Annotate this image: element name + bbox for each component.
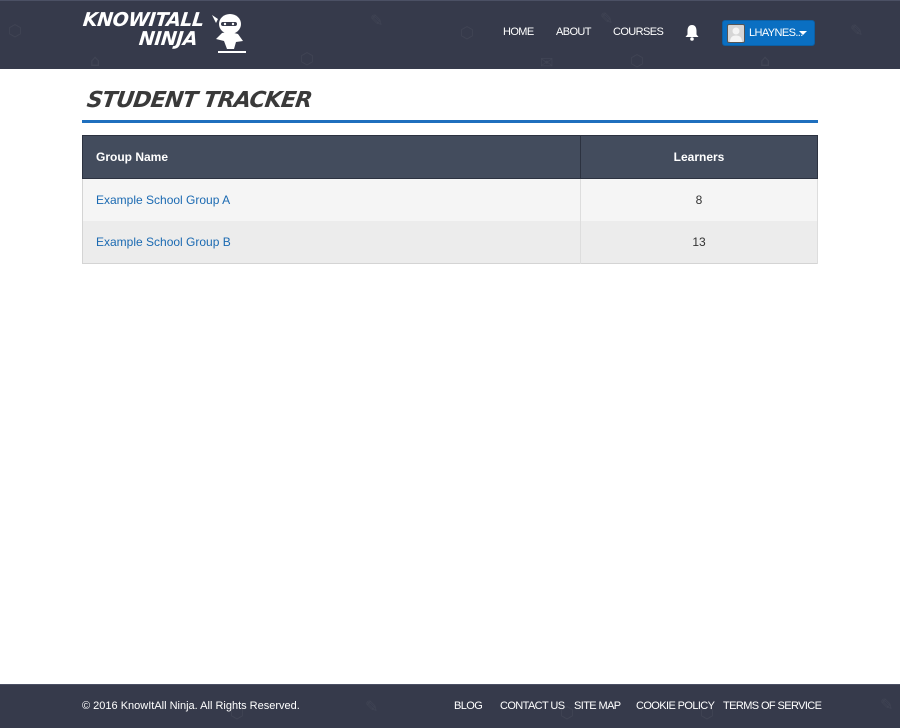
- table-row: Example School Group A 8: [82, 178, 818, 221]
- caret-down-icon: [799, 31, 807, 35]
- nav-about[interactable]: ABOUT: [556, 26, 592, 38]
- group-link[interactable]: Example School Group B: [96, 235, 231, 249]
- table-row: Example School Group B 13: [82, 221, 818, 264]
- user-menu-button[interactable]: LHAYNES...: [722, 20, 815, 46]
- footer-link-contact-us[interactable]: CONTACT US: [500, 700, 565, 712]
- table-header-row: Group Name Learners: [82, 135, 818, 179]
- site-logo[interactable]: KNOWITALL NINJA: [80, 9, 252, 55]
- group-name-cell: Example School Group A: [82, 178, 581, 221]
- user-avatar-icon: [727, 24, 745, 43]
- group-link[interactable]: Example School Group A: [96, 193, 230, 207]
- user-name: LHAYNES...: [749, 27, 803, 39]
- nav-courses[interactable]: COURSES: [613, 26, 664, 38]
- group-name-cell: Example School Group B: [82, 221, 581, 264]
- copyright-text: © 2016 KnowItAll Ninja. All Rights Reser…: [82, 700, 300, 712]
- nav-home[interactable]: HOME: [503, 26, 534, 38]
- site-header: ⬡ ⌂ ⬡ ✎ ⬡ ✉ ✎ ⬡ ⌂ ✎ KNOWITALL NINJA HOME…: [0, 0, 900, 72]
- footer-link-site-map[interactable]: SITE MAP: [574, 700, 621, 712]
- ninja-mascot-icon: [212, 14, 246, 53]
- site-footer: ⬡ ✎ ⬡ ⬡ ✎ © 2016 KnowItAll Ninja. All Ri…: [0, 684, 900, 728]
- page-title: STUDENT TRACKER: [85, 88, 314, 113]
- learners-count: 8: [580, 178, 818, 221]
- footer-link-terms-of-service[interactable]: TERMS OF SERVICE: [723, 700, 822, 712]
- learners-count: 13: [580, 221, 818, 264]
- logo-line-2: NINJA: [137, 28, 199, 50]
- footer-link-blog[interactable]: BLOG: [454, 700, 483, 712]
- column-header-learners[interactable]: Learners: [580, 135, 818, 179]
- column-header-group-name[interactable]: Group Name: [82, 135, 581, 179]
- footer-link-cookie-policy[interactable]: COOKIE POLICY: [636, 700, 715, 712]
- title-divider: [82, 120, 818, 123]
- student-groups-table: Group Name Learners Example School Group…: [82, 135, 818, 264]
- bell-icon[interactable]: [684, 24, 700, 41]
- logo-text: KNOWITALL NINJA: [80, 9, 205, 50]
